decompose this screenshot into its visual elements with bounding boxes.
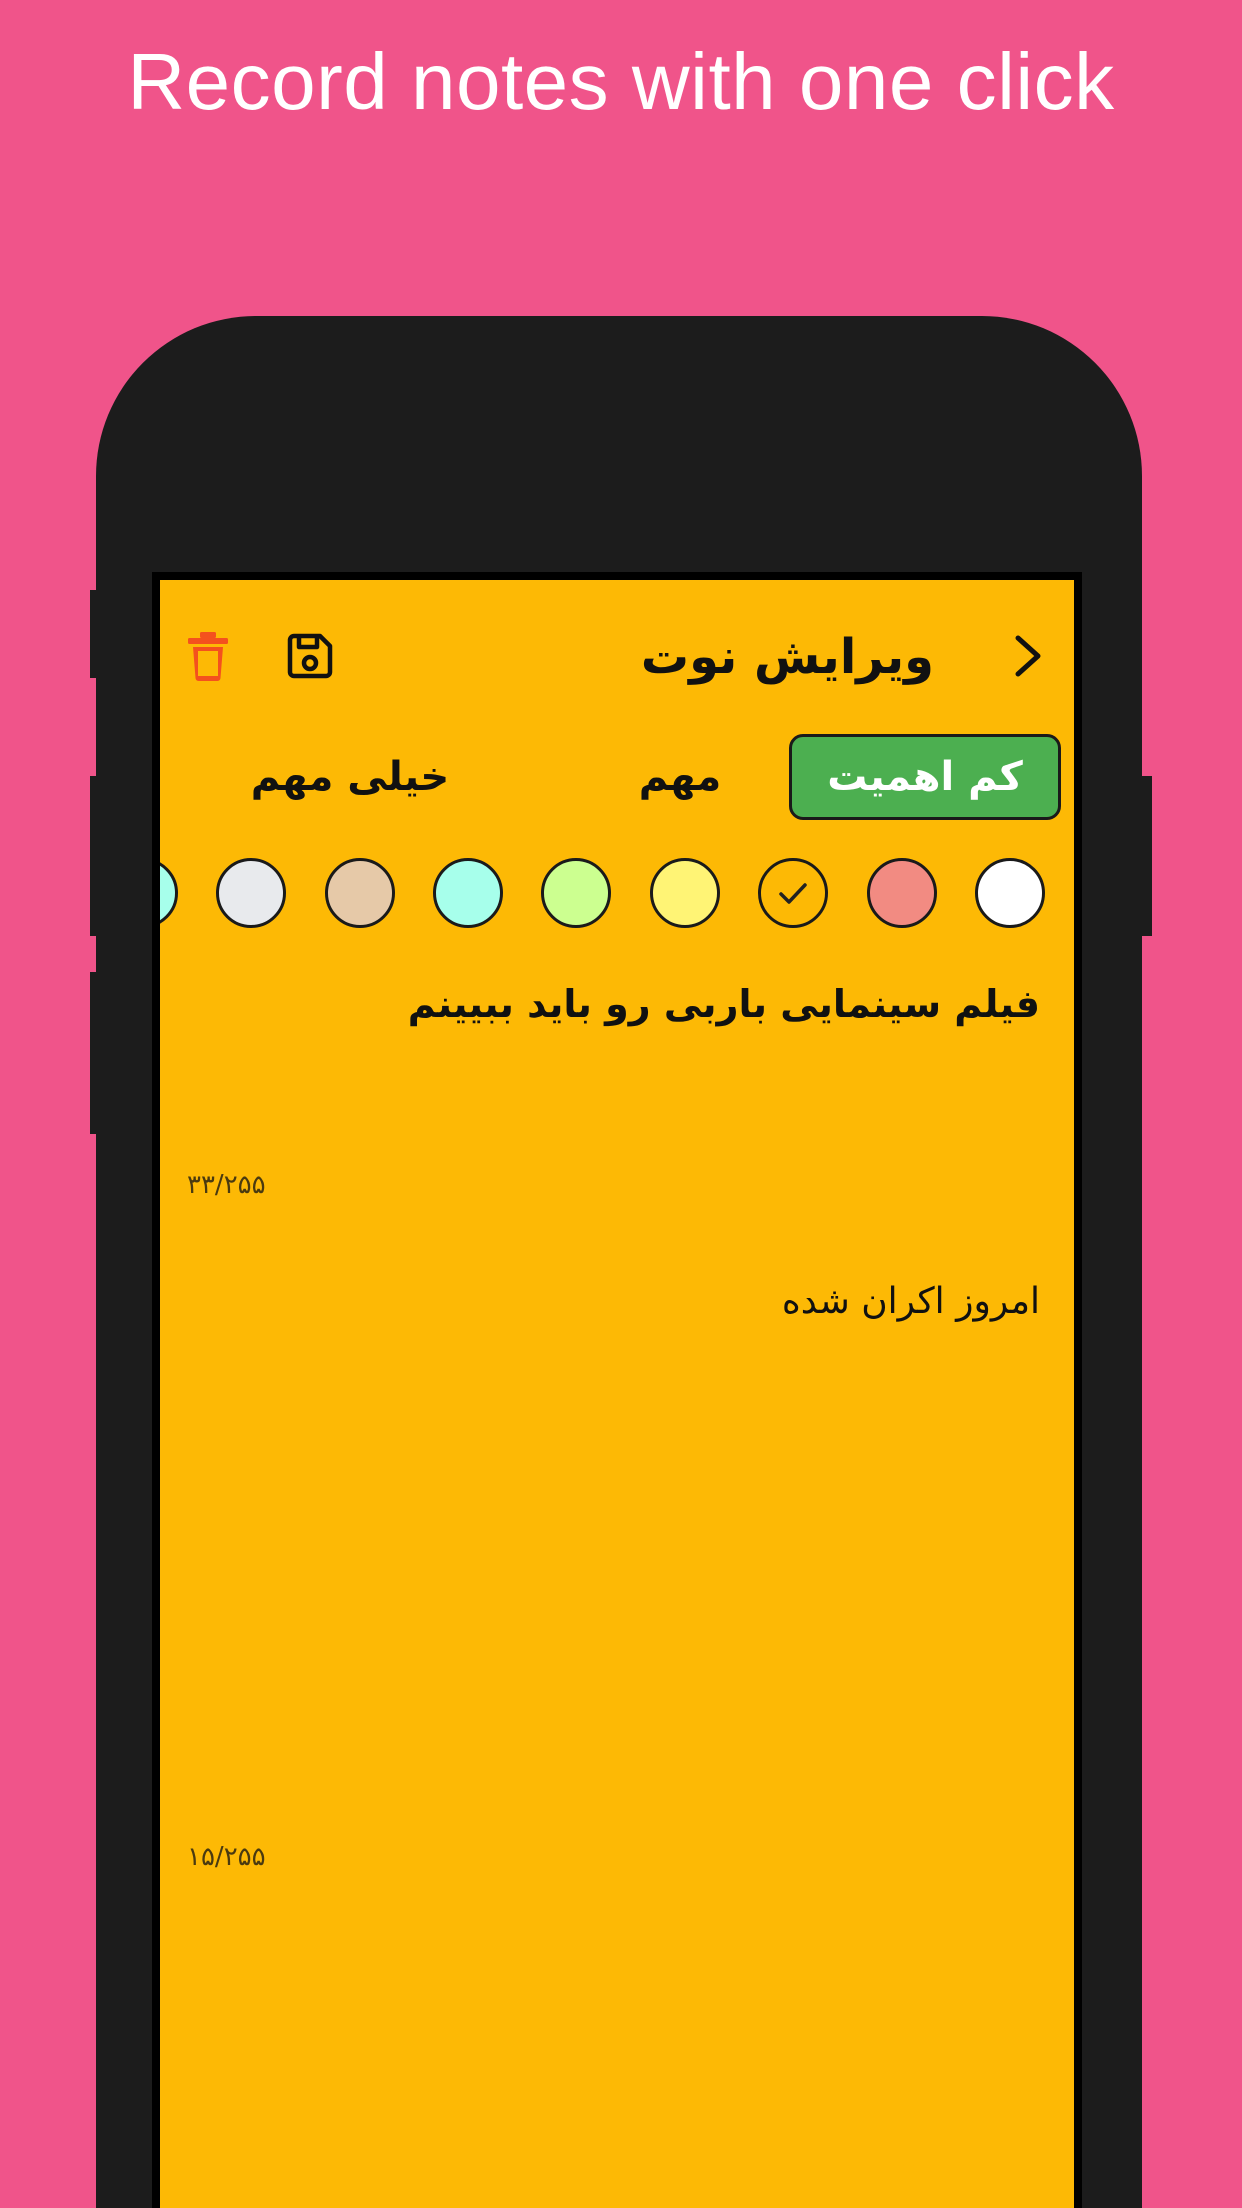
page-title-text: ویرایش نوت bbox=[640, 629, 934, 685]
color-swatch-aqua-2[interactable] bbox=[160, 858, 178, 928]
color-swatch-light-gray[interactable] bbox=[216, 858, 286, 928]
color-swatch-white[interactable] bbox=[975, 858, 1045, 928]
promo-screenshot: Record notes with one click ویرایش نوت ک… bbox=[0, 0, 1242, 2208]
promo-title: Record notes with one click bbox=[127, 37, 1115, 126]
priority-low-button[interactable]: کم اهمیت bbox=[789, 734, 1061, 820]
note-editor-screen: ویرایش نوت کم اهمیت مهم خیلی مهم فیلم سی… bbox=[160, 580, 1074, 2208]
priority-important-label: مهم bbox=[638, 754, 722, 800]
priority-low-label: کم اهمیت bbox=[827, 754, 1023, 800]
priority-very-important-label: خیلی مهم bbox=[250, 754, 450, 800]
save-button[interactable] bbox=[280, 626, 340, 686]
color-swatch-light-green[interactable] bbox=[541, 858, 611, 928]
color-swatch-salmon[interactable] bbox=[867, 858, 937, 928]
color-swatch-yellow[interactable] bbox=[650, 858, 720, 928]
delete-button[interactable] bbox=[180, 626, 236, 686]
page-title: ویرایش نوت bbox=[460, 624, 1074, 690]
note-body-counter: ۱۵/۲۵۵ bbox=[187, 1842, 266, 1872]
check-icon bbox=[779, 883, 807, 904]
priority-important-button[interactable]: مهم bbox=[565, 734, 795, 820]
note-title-counter: ۳۳/۲۵۵ bbox=[187, 1170, 266, 1200]
color-swatch-beige[interactable] bbox=[325, 858, 395, 928]
note-body-field[interactable]: امروز اکران شده bbox=[200, 1274, 1040, 1330]
trash-icon bbox=[188, 632, 228, 681]
note-title-field[interactable]: فیلم سینمایی باربی رو باید ببیینم bbox=[200, 976, 1040, 1032]
color-swatch-aqua[interactable] bbox=[433, 858, 503, 928]
color-swatch-amber[interactable] bbox=[758, 858, 828, 928]
floppy-disk-icon bbox=[287, 633, 333, 679]
priority-very-important-button[interactable]: خیلی مهم bbox=[200, 734, 500, 820]
